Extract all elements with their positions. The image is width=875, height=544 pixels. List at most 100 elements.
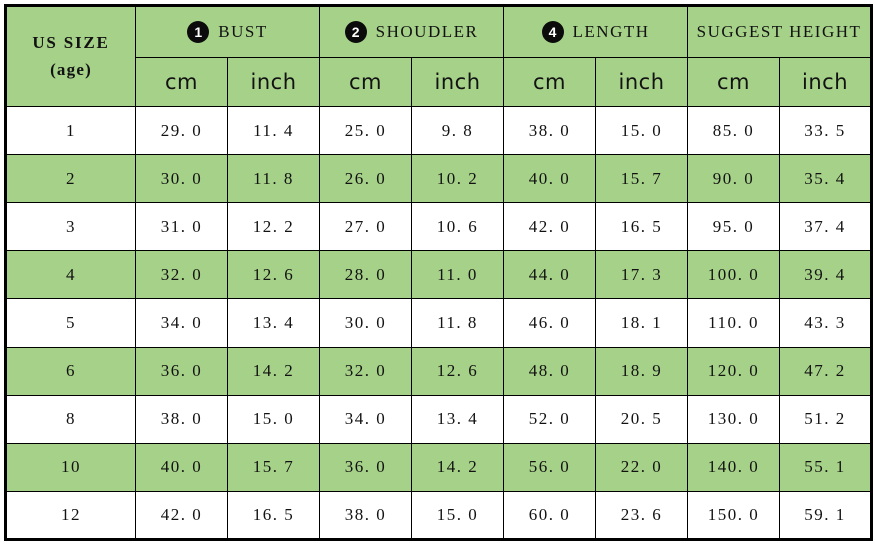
table-row: 12 42. 0 16. 5 38. 0 15. 0 60. 0 23. 6 1… <box>5 490 873 541</box>
header-us-size: US SIZE (age) <box>5 5 136 107</box>
cell-bust-inch: 11. 4 <box>227 105 320 156</box>
table-row: 2 30. 0 11. 8 26. 0 10. 2 40. 0 15. 7 90… <box>5 154 873 204</box>
cell-length-inch: 23. 6 <box>595 490 689 541</box>
cell-length-inch: 22. 0 <box>595 442 689 492</box>
size-chart-container: US SIZE (age) 1 BUST 2 SHOUDLER 4 LENGTH… <box>0 0 875 544</box>
header-group-shoulder-label: SHOUDLER <box>375 22 479 41</box>
cell-height-inch: 59. 1 <box>779 490 873 541</box>
cell-length-inch: 15. 7 <box>595 154 689 204</box>
cell-bust-inch: 12. 6 <box>227 250 320 300</box>
size-chart-table: US SIZE (age) 1 BUST 2 SHOUDLER 4 LENGTH… <box>4 4 874 541</box>
cell-shoulder-inch: 10. 6 <box>410 202 505 252</box>
cell-us-size: 12 <box>5 490 136 541</box>
header-group-length: 4 LENGTH <box>503 5 689 58</box>
header-unit-length-inch: inch <box>595 57 689 107</box>
table-row: 5 34. 0 13. 4 30. 0 11. 8 46. 0 18. 1 11… <box>5 298 873 348</box>
cell-length-cm: 52. 0 <box>503 394 597 444</box>
header-unit-shoulder-inch: inch <box>410 57 505 107</box>
header-row-groups: US SIZE (age) 1 BUST 2 SHOUDLER 4 LENGTH… <box>5 5 873 107</box>
header-unit-bust-inch: inch <box>227 57 320 107</box>
cell-length-inch: 17. 3 <box>595 250 689 300</box>
table-row: 3 31. 0 12. 2 27. 0 10. 6 42. 0 16. 5 95… <box>5 202 873 252</box>
table-row: 4 32. 0 12. 6 28. 0 11. 0 44. 0 17. 3 10… <box>5 250 873 300</box>
cell-shoulder-cm: 34. 0 <box>319 394 412 444</box>
cell-shoulder-inch: 9. 8 <box>410 105 505 156</box>
cell-bust-cm: 29. 0 <box>135 105 228 156</box>
cell-height-inch: 47. 2 <box>779 346 873 396</box>
table-row: 1 29. 0 11. 4 25. 0 9. 8 38. 0 15. 0 85.… <box>5 105 873 156</box>
cell-height-cm: 130. 0 <box>687 394 781 444</box>
cell-height-cm: 110. 0 <box>687 298 781 348</box>
cell-shoulder-inch: 10. 2 <box>410 154 505 204</box>
cell-height-cm: 100. 0 <box>687 250 781 300</box>
cell-us-size: 10 <box>5 442 136 492</box>
cell-length-cm: 42. 0 <box>503 202 597 252</box>
cell-height-cm: 120. 0 <box>687 346 781 396</box>
cell-bust-inch: 13. 4 <box>227 298 320 348</box>
cell-us-size: 4 <box>5 250 136 300</box>
header-unit-height-cm: cm <box>687 57 781 107</box>
cell-shoulder-inch: 14. 2 <box>410 442 505 492</box>
cell-shoulder-cm: 27. 0 <box>319 202 412 252</box>
cell-shoulder-cm: 28. 0 <box>319 250 412 300</box>
cell-length-cm: 44. 0 <box>503 250 597 300</box>
header-unit-shoulder-cm: cm <box>319 57 412 107</box>
cell-length-cm: 48. 0 <box>503 346 597 396</box>
header-group-length-inner: 4 LENGTH <box>504 21 687 43</box>
table-row: 10 40. 0 15. 7 36. 0 14. 2 56. 0 22. 0 1… <box>5 442 873 492</box>
cell-height-cm: 90. 0 <box>687 154 781 204</box>
cell-height-inch: 39. 4 <box>779 250 873 300</box>
table-row: 6 36. 0 14. 2 32. 0 12. 6 48. 0 18. 9 12… <box>5 346 873 396</box>
cell-bust-cm: 32. 0 <box>135 250 228 300</box>
cell-height-inch: 35. 4 <box>779 154 873 204</box>
header-group-bust-label: BUST <box>218 22 268 41</box>
table-body: 1 29. 0 11. 4 25. 0 9. 8 38. 0 15. 0 85.… <box>5 105 873 541</box>
cell-length-cm: 46. 0 <box>503 298 597 348</box>
cell-length-inch: 18. 1 <box>595 298 689 348</box>
cell-height-inch: 51. 2 <box>779 394 873 444</box>
cell-us-size: 6 <box>5 346 136 396</box>
cell-length-cm: 40. 0 <box>503 154 597 204</box>
cell-us-size: 2 <box>5 154 136 204</box>
cell-us-size: 5 <box>5 298 136 348</box>
cell-us-size: 8 <box>5 394 136 444</box>
cell-shoulder-inch: 15. 0 <box>410 490 505 541</box>
header-row-units: cm inch cm inch cm inch cm inch <box>6 57 873 107</box>
header-unit-length-cm: cm <box>503 57 597 107</box>
cell-height-inch: 37. 4 <box>779 202 873 252</box>
cell-shoulder-inch: 11. 0 <box>410 250 505 300</box>
cell-bust-inch: 15. 7 <box>227 442 320 492</box>
cell-height-inch: 33. 5 <box>779 105 873 156</box>
cell-length-cm: 56. 0 <box>503 442 597 492</box>
cell-shoulder-inch: 13. 4 <box>410 394 505 444</box>
cell-bust-cm: 31. 0 <box>135 202 228 252</box>
header-group-length-label: LENGTH <box>572 22 650 41</box>
cell-shoulder-cm: 38. 0 <box>319 490 412 541</box>
header-us-size-line2: (age) <box>50 59 92 79</box>
cell-length-inch: 16. 5 <box>595 202 689 252</box>
cell-bust-inch: 15. 0 <box>227 394 320 444</box>
cell-shoulder-inch: 12. 6 <box>410 346 505 396</box>
header-group-bust-inner: 1 BUST <box>136 21 319 43</box>
cell-length-inch: 18. 9 <box>595 346 689 396</box>
cell-shoulder-cm: 36. 0 <box>319 442 412 492</box>
table-header: US SIZE (age) 1 BUST 2 SHOUDLER 4 LENGTH… <box>5 5 873 107</box>
cell-height-cm: 95. 0 <box>687 202 781 252</box>
cell-length-cm: 60. 0 <box>503 490 597 541</box>
cell-height-cm: 150. 0 <box>687 490 781 541</box>
circled-number-4-icon: 4 <box>541 21 564 43</box>
table-row: 8 38. 0 15. 0 34. 0 13. 4 52. 0 20. 5 13… <box>5 394 873 444</box>
cell-bust-cm: 34. 0 <box>135 298 228 348</box>
header-group-suggest-height-inner: SUGGEST HEIGHT <box>688 22 870 42</box>
cell-height-cm: 85. 0 <box>687 105 781 156</box>
header-group-suggest-height: SUGGEST HEIGHT <box>687 5 873 58</box>
cell-bust-inch: 14. 2 <box>227 346 320 396</box>
cell-shoulder-cm: 25. 0 <box>319 105 412 156</box>
cell-shoulder-cm: 30. 0 <box>319 298 412 348</box>
header-unit-height-inch: inch <box>779 57 873 107</box>
cell-bust-cm: 30. 0 <box>135 154 228 204</box>
header-group-shoulder: 2 SHOUDLER <box>318 5 505 58</box>
header-unit-bust-cm: cm <box>135 57 228 107</box>
cell-bust-inch: 16. 5 <box>227 490 320 541</box>
cell-bust-cm: 42. 0 <box>135 490 228 541</box>
